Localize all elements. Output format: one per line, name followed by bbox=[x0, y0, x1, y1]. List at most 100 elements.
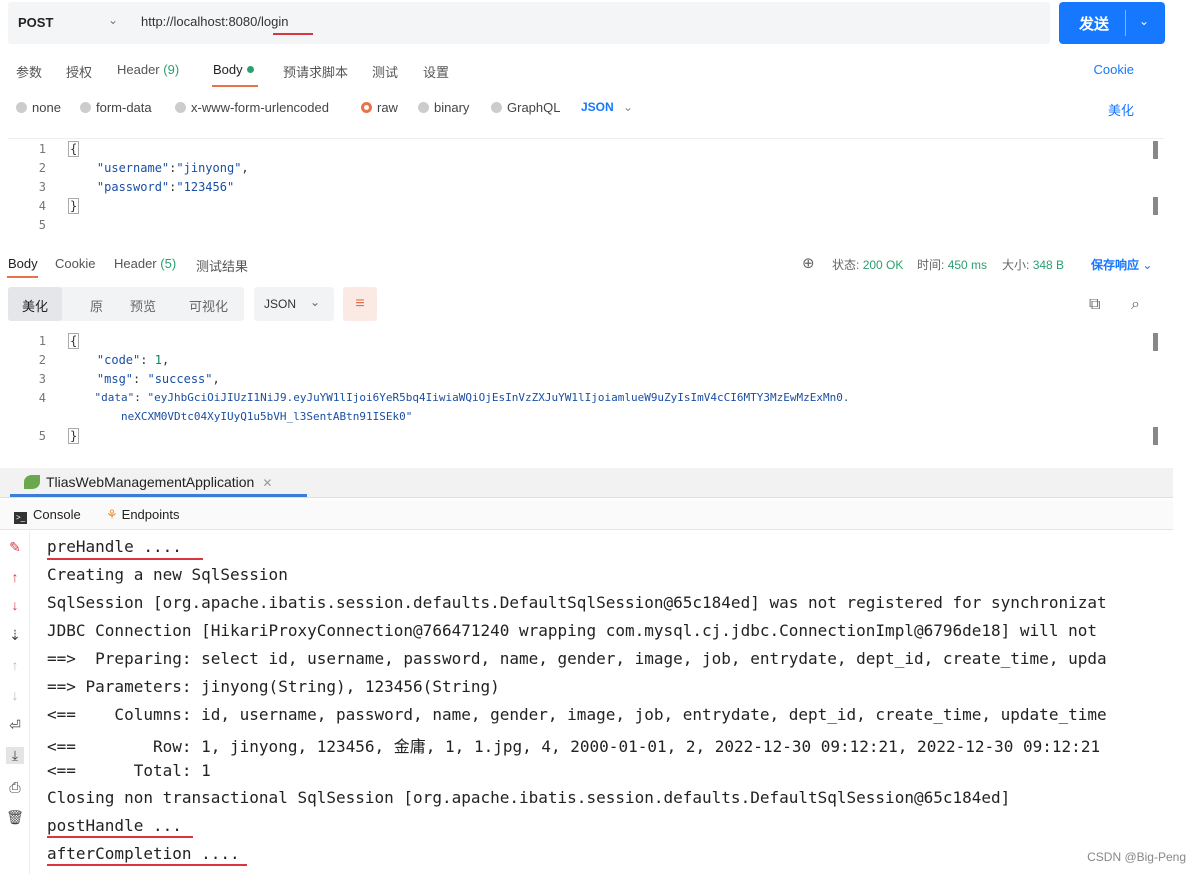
radio-icon bbox=[16, 102, 27, 113]
active-tab-indicator bbox=[7, 276, 38, 278]
code-text: } bbox=[68, 198, 80, 214]
sort-icon[interactable]: ⇣ bbox=[6, 627, 24, 644]
json-value: "123456" bbox=[176, 180, 235, 194]
tab-response-header-label: Header bbox=[114, 256, 157, 271]
line-number: 1 bbox=[38, 334, 46, 348]
view-visualize-button[interactable]: 可视化 bbox=[189, 296, 228, 315]
view-raw-button[interactable]: 原 bbox=[90, 296, 103, 315]
endpoints-icon: ⚘ bbox=[106, 507, 118, 522]
method-select[interactable]: POST bbox=[18, 15, 53, 30]
tab-tests[interactable]: 测试 bbox=[372, 62, 398, 81]
request-body-editor[interactable]: 1 { 2 "username":"jinyong", 3 "password":… bbox=[8, 138, 1164, 242]
brace: } bbox=[68, 428, 80, 444]
tab-response-body[interactable]: Body bbox=[8, 256, 38, 271]
beautify-button[interactable]: 美化 bbox=[1108, 100, 1134, 119]
console-icon: >_ bbox=[14, 512, 27, 524]
line-number: 1 bbox=[38, 142, 46, 156]
console-line: ==> Preparing: select id, username, pass… bbox=[47, 649, 1107, 668]
chevron-down-icon: ⌄ bbox=[1142, 258, 1153, 272]
tab-settings[interactable]: 设置 bbox=[423, 62, 449, 81]
code-text: { bbox=[68, 333, 80, 349]
code-text: } bbox=[68, 428, 80, 444]
arrow-down-disabled-icon[interactable]: ↓ bbox=[6, 687, 24, 703]
globe-icon[interactable]: ⊕ bbox=[802, 254, 815, 272]
chevron-down-icon[interactable]: ⌄ bbox=[108, 13, 118, 27]
console-line: <== Total: 1 bbox=[47, 761, 211, 780]
radio-urlencoded-label: x-www-form-urlencoded bbox=[191, 100, 329, 115]
tab-response-header[interactable]: Header (5) bbox=[114, 256, 176, 271]
radio-urlencoded[interactable]: x-www-form-urlencoded bbox=[175, 100, 329, 115]
radio-raw[interactable]: raw bbox=[361, 100, 398, 115]
console-line: Creating a new SqlSession bbox=[47, 565, 288, 584]
soft-wrap-icon[interactable]: ⏎ bbox=[6, 717, 24, 734]
send-button[interactable]: 发送 ⌄ bbox=[1059, 2, 1165, 44]
active-tab-indicator bbox=[212, 85, 258, 87]
edit-icon[interactable]: ✎ bbox=[6, 539, 24, 556]
response-format-dropdown[interactable]: JSON ⌄ bbox=[254, 287, 334, 321]
view-pretty-button[interactable]: 美化 bbox=[8, 287, 63, 321]
radio-icon bbox=[418, 102, 429, 113]
annotation-underline bbox=[47, 864, 247, 866]
tab-prerequest[interactable]: 预请求脚本 bbox=[283, 62, 348, 81]
print-icon[interactable]: ⎙ bbox=[6, 779, 24, 796]
annotation-underline bbox=[273, 33, 313, 35]
annotation-underline bbox=[47, 558, 203, 560]
tab-response-cookie[interactable]: Cookie bbox=[55, 256, 95, 271]
console-line: JDBC Connection [HikariProxyConnection@7… bbox=[47, 621, 1097, 640]
chevron-down-icon: ⌄ bbox=[623, 100, 634, 114]
line-number: 2 bbox=[38, 161, 46, 175]
tab-body[interactable]: Body bbox=[213, 62, 254, 77]
copy-icon[interactable]: ⧉ bbox=[1089, 296, 1100, 314]
arrow-down-icon[interactable]: ↓ bbox=[6, 597, 24, 613]
radio-form-data[interactable]: form-data bbox=[80, 100, 152, 115]
json-key: "msg" bbox=[96, 372, 134, 386]
line-number: 4 bbox=[38, 391, 46, 405]
console-subtabs: >_ Console ⚘ Endpoints bbox=[0, 500, 1173, 530]
search-icon[interactable]: ⌕ bbox=[1131, 296, 1140, 314]
line-number: 5 bbox=[38, 218, 46, 232]
url-input[interactable]: http://localhost:8080/login bbox=[141, 14, 288, 29]
radio-binary[interactable]: binary bbox=[418, 100, 469, 115]
chevron-down-icon[interactable]: ⌄ bbox=[1139, 14, 1149, 28]
arrow-up-icon[interactable]: ↑ bbox=[6, 569, 24, 585]
scrollbar[interactable] bbox=[1153, 427, 1158, 445]
console-line: SqlSession [org.apache.ibatis.session.de… bbox=[47, 593, 1107, 612]
tab-endpoints[interactable]: ⚘ Endpoints bbox=[106, 507, 179, 523]
json-value: "success" bbox=[147, 372, 213, 386]
radio-icon bbox=[175, 102, 186, 113]
close-icon[interactable]: ✕ bbox=[262, 476, 272, 490]
console-output[interactable]: preHandle .... Creating a new SqlSession… bbox=[47, 531, 1173, 874]
radio-graphql[interactable]: GraphQL bbox=[491, 100, 560, 115]
console-line: ==> Parameters: jinyong(String), 123456(… bbox=[47, 677, 500, 696]
save-response-label: 保存响应 bbox=[1091, 258, 1140, 272]
tab-auth[interactable]: 授权 bbox=[66, 62, 92, 81]
json-value: "jinyong" bbox=[176, 161, 242, 175]
json-value: "eyJhbGciOiJIUzI1NiJ9.eyJuYW1lIjoi6YeR5b… bbox=[147, 391, 850, 404]
line-number: 3 bbox=[38, 180, 46, 194]
save-response-button[interactable]: 保存响应 ⌄ bbox=[1091, 256, 1152, 273]
scrollbar[interactable] bbox=[1153, 141, 1158, 159]
view-preview-button[interactable]: 预览 bbox=[130, 296, 156, 315]
arrow-up-disabled-icon[interactable]: ↑ bbox=[6, 657, 24, 673]
response-body-viewer[interactable]: 1 { 2 "code": 1, 3 "msg": "success", 4 "d… bbox=[8, 331, 1164, 449]
scrollbar[interactable] bbox=[1153, 197, 1158, 215]
json-key: "username" bbox=[96, 161, 170, 175]
scrollbar[interactable] bbox=[1153, 333, 1158, 351]
radio-raw-label: raw bbox=[377, 100, 398, 115]
json-key: "data" bbox=[94, 391, 135, 404]
format-dropdown[interactable]: JSON ⌄ bbox=[581, 100, 633, 114]
json-value-continued: neXCXM0VDtc04XyIUyQ1u5bVH_l3SentABtn91IS… bbox=[120, 410, 413, 423]
tab-params[interactable]: 参数 bbox=[16, 62, 42, 81]
tab-console[interactable]: >_ Console bbox=[14, 507, 81, 524]
radio-icon bbox=[491, 102, 502, 113]
tab-test-results[interactable]: 测试结果 bbox=[196, 256, 248, 275]
trash-icon[interactable]: 🗑 bbox=[6, 809, 24, 826]
scroll-to-end-icon[interactable]: ⤓ bbox=[6, 747, 24, 764]
spring-leaf-icon bbox=[24, 475, 40, 489]
cookie-link[interactable]: Cookie bbox=[1094, 62, 1134, 77]
line-number: 5 bbox=[38, 429, 46, 443]
wrap-lines-icon[interactable]: ≡ bbox=[343, 287, 377, 321]
size-info: 大小: 348 B bbox=[1002, 256, 1064, 273]
radio-none[interactable]: none bbox=[16, 100, 61, 115]
tab-header[interactable]: Header (9) bbox=[117, 62, 179, 77]
